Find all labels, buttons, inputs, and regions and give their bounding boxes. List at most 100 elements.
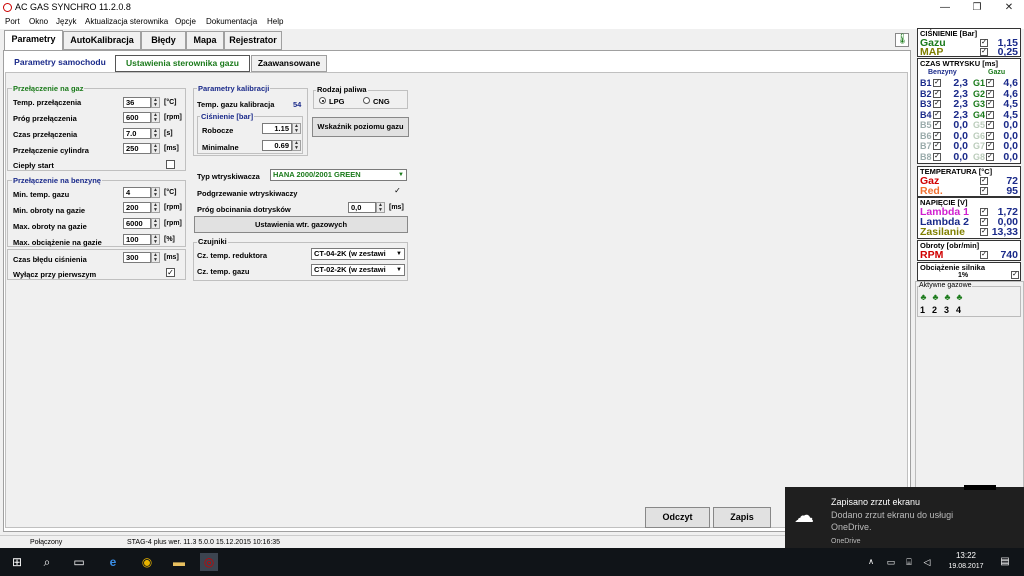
prog-przelaczenia-input[interactable]: 600 bbox=[123, 112, 151, 123]
tab-autokalibracja[interactable]: AutoKalibracja bbox=[63, 31, 141, 50]
prog-obcinania-input[interactable]: 0,0 bbox=[348, 202, 376, 213]
spin-arrows-icon[interactable]: ▲ ▼ bbox=[151, 143, 160, 154]
checkbox[interactable]: ✓ bbox=[933, 121, 941, 129]
subtab-ustawienia-sterownika[interactable]: Ustawienia sterownika gazu bbox=[115, 55, 250, 72]
checkbox[interactable]: ✓ bbox=[986, 121, 994, 129]
checkbox[interactable]: ✓ bbox=[986, 89, 994, 98]
lpg-radio[interactable] bbox=[319, 97, 326, 104]
min-obroty-input[interactable]: 200 bbox=[123, 202, 151, 213]
checkbox[interactable]: ✓ bbox=[986, 79, 994, 87]
injector-number: 2 bbox=[932, 305, 938, 315]
menu-jezyk[interactable]: Język bbox=[56, 17, 76, 26]
menu-port[interactable]: Port bbox=[5, 17, 20, 26]
menu-aktualizacja[interactable]: Aktualizacja sterownika bbox=[85, 17, 168, 26]
tab-rejestrator[interactable]: Rejestrator bbox=[224, 31, 282, 50]
czas-przelaczenia-input[interactable]: 7.0 bbox=[123, 128, 151, 139]
subtab-parametry-samochodu[interactable]: Parametry samochodu bbox=[5, 55, 115, 72]
spin-arrows-icon[interactable]: ▲ ▼ bbox=[151, 252, 160, 263]
checkbox[interactable]: ✓ bbox=[933, 89, 941, 98]
acgas-taskbar-icon[interactable]: ◎ bbox=[200, 553, 218, 571]
checkbox[interactable]: ✓ bbox=[986, 100, 994, 108]
spin-arrows-icon[interactable]: ▲ ▼ bbox=[151, 218, 160, 229]
spin-arrows-icon[interactable]: ▲ ▼ bbox=[151, 202, 160, 213]
group-title: Przełączenie na gaz bbox=[12, 84, 85, 93]
checkbox[interactable]: ✓ bbox=[986, 131, 994, 140]
czas-bledu-input[interactable]: 300 bbox=[123, 252, 151, 263]
checkbox[interactable]: ✓ bbox=[980, 48, 988, 56]
min-temp-gazu-input[interactable]: 4 bbox=[123, 187, 151, 198]
search-icon[interactable]: ⌕ bbox=[38, 553, 56, 571]
spin-arrows-icon[interactable]: ▲ ▼ bbox=[292, 140, 301, 151]
unit: [rpm] bbox=[164, 220, 182, 227]
field-label: Typ wtryskiwacza bbox=[197, 172, 260, 181]
group-title: Rodzaj paliwa bbox=[316, 85, 368, 94]
checkbox[interactable]: ✓ bbox=[980, 177, 988, 185]
tab-mapa[interactable]: Mapa bbox=[186, 31, 224, 50]
spin-arrows-icon[interactable]: ▲ ▼ bbox=[151, 234, 160, 245]
chrome-icon[interactable]: ◉ bbox=[138, 553, 156, 571]
wskaznik-button[interactable]: Wskaźnik poziomu gazu bbox=[312, 117, 409, 137]
max-obciazenie-input[interactable]: 100 bbox=[123, 234, 151, 245]
checkbox[interactable]: ✓ bbox=[986, 152, 994, 161]
checkbox[interactable]: ✓ bbox=[933, 152, 941, 161]
temperatura-panel: TEMPERATURA [°C] Gaz ✓ 72 Red. ✓ 95 bbox=[917, 166, 1021, 197]
wylacz-checkbox[interactable]: ✓ bbox=[166, 268, 175, 277]
checkbox[interactable]: ✓ bbox=[933, 131, 941, 140]
menu-dokumentacja[interactable]: Dokumentacja bbox=[206, 17, 257, 26]
battery-icon[interactable]: ▭ bbox=[882, 553, 900, 571]
przelaczenie-cylindra-input[interactable]: 250 bbox=[123, 143, 151, 154]
tab-bledy[interactable]: Błędy bbox=[141, 31, 186, 50]
checkbox[interactable]: ✓ bbox=[933, 142, 941, 150]
spin-arrows-icon[interactable]: ▲ ▼ bbox=[151, 97, 160, 108]
czujnik-gazu-select[interactable]: CT-02-2K (w zestawi ▼ bbox=[311, 264, 405, 276]
odczyt-button[interactable]: Odczyt bbox=[645, 507, 710, 528]
spin-arrows-icon[interactable]: ▲ ▼ bbox=[292, 123, 301, 134]
thermometer-icon[interactable]: 🌡 bbox=[895, 33, 909, 47]
robocze-input[interactable]: 1.15 bbox=[262, 123, 292, 134]
map-value: 0,25 bbox=[997, 46, 1018, 58]
menu-okno[interactable]: Okno bbox=[29, 17, 48, 26]
checkbox[interactable]: ✓ bbox=[980, 251, 988, 259]
chevron-up-icon[interactable]: ∧ bbox=[862, 553, 880, 571]
folder-icon[interactable]: ▬ bbox=[170, 553, 188, 571]
checkbox[interactable]: ✓ bbox=[980, 208, 988, 216]
menu-help[interactable]: Help bbox=[267, 17, 283, 26]
checkbox[interactable]: ✓ bbox=[933, 110, 941, 119]
cieply-start-checkbox[interactable] bbox=[166, 160, 175, 169]
notification-center-icon[interactable]: ▤ bbox=[996, 553, 1014, 571]
injector-number: 3 bbox=[944, 305, 950, 315]
network-icon[interactable]: ⌸ bbox=[900, 553, 918, 571]
cng-radio[interactable] bbox=[363, 97, 370, 104]
czujnik-reduktora-select[interactable]: CT-04-2K (w zestawi ▼ bbox=[311, 248, 405, 260]
maximize-button[interactable]: ❐ bbox=[962, 0, 992, 15]
checkbox[interactable]: ✓ bbox=[980, 218, 988, 226]
checkbox[interactable]: ✓ bbox=[986, 110, 994, 119]
temp-przelaczenia-input[interactable]: 36 bbox=[123, 97, 151, 108]
podgrzewanie-checkbox[interactable]: ✓ bbox=[393, 187, 402, 196]
minimalne-input[interactable]: 0.69 bbox=[262, 140, 292, 151]
checkbox[interactable]: ✓ bbox=[933, 79, 941, 87]
spin-arrows-icon[interactable]: ▲ ▼ bbox=[151, 128, 160, 139]
windows-start-icon[interactable]: ⊞ bbox=[8, 553, 26, 571]
checkbox[interactable]: ✓ bbox=[933, 100, 941, 108]
checkbox[interactable]: ✓ bbox=[980, 187, 988, 195]
edge-icon[interactable]: e bbox=[104, 553, 122, 571]
minimize-button[interactable]: — bbox=[930, 0, 960, 15]
checkbox[interactable]: ✓ bbox=[980, 228, 988, 236]
subtab-zaawansowane[interactable]: Zaawansowane bbox=[251, 55, 327, 72]
checkbox[interactable]: ✓ bbox=[1011, 271, 1019, 279]
close-button[interactable]: ✕ bbox=[994, 0, 1024, 15]
checkbox[interactable]: ✓ bbox=[986, 142, 994, 150]
ustawienia-wtr-button[interactable]: Ustawienia wtr. gazowych bbox=[194, 216, 408, 233]
menu-opcje[interactable]: Opcje bbox=[175, 17, 196, 26]
spin-arrows-icon[interactable]: ▲ ▼ bbox=[376, 202, 385, 213]
volume-icon[interactable]: ◁ bbox=[918, 553, 936, 571]
zapis-button[interactable]: Zapis bbox=[713, 507, 771, 528]
spin-arrows-icon[interactable]: ▲ ▼ bbox=[151, 112, 160, 123]
checkbox[interactable]: ✓ bbox=[980, 39, 988, 47]
typ-wtryskiwacza-select[interactable]: HANA 2000/2001 GREEN ▼ bbox=[270, 169, 407, 181]
tab-parametry[interactable]: Parametry bbox=[4, 30, 63, 51]
task-view-icon[interactable]: ▭ bbox=[70, 553, 88, 571]
spin-arrows-icon[interactable]: ▲ ▼ bbox=[151, 187, 160, 198]
max-obroty-input[interactable]: 6000 bbox=[123, 218, 151, 229]
